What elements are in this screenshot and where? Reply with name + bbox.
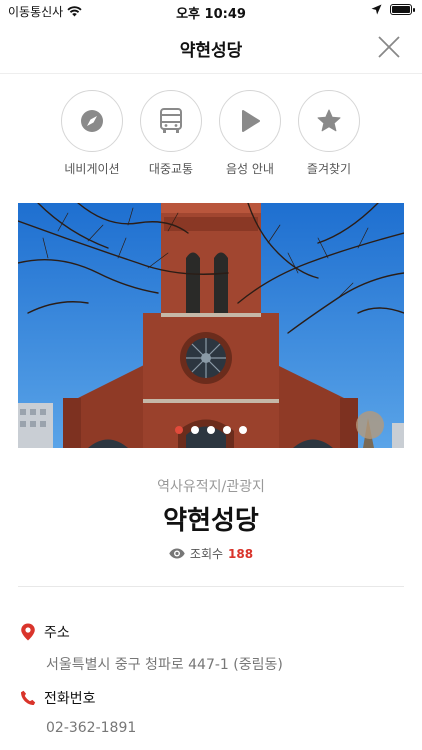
phone-label: 전화번호 [44, 691, 96, 707]
phone-value[interactable]: 02-362-1891 [46, 720, 404, 736]
view-count-label: 조회수 [189, 547, 224, 561]
eye-icon [169, 548, 185, 559]
play-icon [242, 110, 260, 132]
compass-icon [81, 110, 103, 132]
address-section: 주소 서울특별시 중구 청파로 447-1 (중림동) [20, 622, 404, 674]
location-arrow-icon [371, 4, 382, 15]
status-right [371, 4, 415, 15]
church-photo [18, 203, 404, 448]
favorite-button-circle [298, 90, 360, 152]
view-count-value: 188 [228, 546, 254, 561]
page-title: 약현성당 [179, 41, 243, 61]
address-label: 주소 [44, 625, 70, 641]
audio-guide-button[interactable]: 음성 안내 [210, 90, 290, 177]
transit-button[interactable]: 대중교통 [131, 90, 211, 177]
audio-guide-button-circle [219, 90, 281, 152]
nav-header: 약현성당 [0, 22, 422, 74]
photo-carousel[interactable] [18, 203, 404, 448]
carousel-dot-3[interactable] [207, 426, 215, 434]
status-bar: 이동통신사 오후 10:49 [0, 0, 422, 22]
view-count: 조회수 188 [0, 545, 422, 562]
location-pin-icon [21, 623, 35, 641]
bus-icon [160, 108, 182, 133]
navigation-button[interactable]: 네비게이션 [52, 90, 132, 177]
carousel-dot-2[interactable] [191, 426, 199, 434]
audio-guide-label: 음성 안내 [226, 162, 274, 176]
carousel-dot-1[interactable] [175, 426, 183, 434]
battery-icon [390, 4, 415, 15]
clock: 오후 10:49 [176, 7, 246, 22]
phone-icon [21, 690, 36, 705]
carousel-dot-5[interactable] [239, 426, 247, 434]
section-divider [18, 586, 404, 587]
address-value[interactable]: 서울특별시 중구 청파로 447-1 (중림동) [46, 654, 404, 674]
star-icon [317, 109, 341, 132]
favorite-label: 즐겨찾기 [306, 162, 352, 176]
favorite-button[interactable]: 즐겨찾기 [289, 90, 369, 177]
phone-header: 전화번호 [20, 688, 404, 708]
transit-label: 대중교통 [148, 162, 194, 176]
navigation-label: 네비게이션 [64, 162, 120, 176]
close-icon[interactable] [374, 32, 404, 62]
place-name: 약현성당 [163, 506, 259, 536]
address-header: 주소 [20, 622, 404, 642]
transit-button-circle [140, 90, 202, 152]
carousel-indicator [18, 426, 404, 434]
phone-section: 전화번호 02-362-1891 [20, 688, 404, 736]
action-bar: 네비게이션 대중교통 음성 안내 즐겨찾기 [0, 90, 422, 190]
navigation-button-circle [61, 90, 123, 152]
place-category: 역사유적지/관광지 [157, 479, 265, 495]
carousel-dot-4[interactable] [223, 426, 231, 434]
